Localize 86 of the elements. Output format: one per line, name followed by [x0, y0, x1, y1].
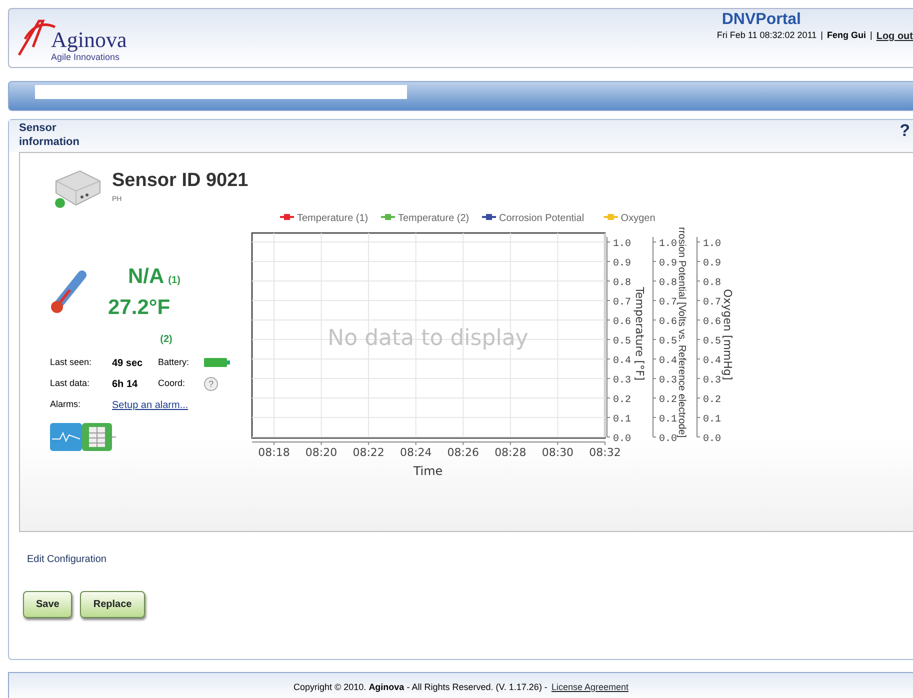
- x-tick-label: 08:28: [494, 446, 526, 458]
- y-tick-label: 1.0: [703, 238, 722, 250]
- y-tick-label: 0.7: [703, 297, 722, 308]
- action-button[interactable]: Save: [23, 591, 72, 618]
- y-axis-title: rrosion Potential [Volts vs. Reference electrode]: [676, 226, 687, 438]
- battery-icon: [204, 357, 230, 368]
- sensor-title: Sensor ID 9021: [112, 168, 248, 192]
- legend-item: Oxygen: [604, 212, 656, 224]
- user-name: Feng Gui: [827, 28, 866, 42]
- y-tick-label: 0.7: [613, 297, 632, 308]
- x-tick-label: 08:26: [447, 446, 479, 458]
- y-tick-label: 0.4: [613, 356, 632, 366]
- y-tick-label: 0.2: [703, 394, 722, 406]
- detail-label: Last seen:: [50, 357, 92, 368]
- y-tick-label: 0.5: [613, 336, 632, 347]
- detail-value: 6h 14: [112, 378, 138, 390]
- panel-title: Sensor information: [19, 122, 80, 150]
- y-tick-label: 0.0: [703, 434, 722, 444]
- reading-index: (2): [160, 333, 172, 347]
- detail-label: Last data:: [50, 378, 90, 388]
- reading-value: N/A: [128, 264, 164, 290]
- y-tick-label: 0.0: [613, 434, 632, 444]
- y-tick-label: 0.8: [659, 278, 678, 288]
- y-tick-label: 0.5: [703, 336, 722, 347]
- legend-item: Temperature (1): [280, 212, 368, 224]
- y-tick-label: 0.2: [659, 394, 678, 406]
- x-tick-label: 08:30: [542, 446, 574, 458]
- separator-text: |: [870, 28, 872, 42]
- y-tick-label: 0.1: [659, 414, 678, 425]
- y-tick-label: 0.0: [659, 434, 678, 444]
- separator-text: |: [820, 28, 823, 42]
- legend-item: Corrosion Potential: [482, 212, 584, 224]
- portal-title: DNVPortal: [720, 11, 801, 29]
- y-tick-label: 0.9: [703, 258, 722, 269]
- spreadsheet-icon: [82, 422, 116, 450]
- date-time: Fri Feb 11 08:32:02 2011: [716, 28, 817, 42]
- chart-icon: [50, 422, 82, 450]
- y-axis-title: Oxygen [mmHg]: [721, 288, 734, 380]
- legend-label: Oxygen: [620, 212, 656, 224]
- legend-label: Temperature (1): [297, 212, 368, 224]
- legend-label: Corrosion Potential: [499, 212, 584, 224]
- detail-value: 49 sec: [112, 358, 143, 368]
- legend-label: Temperature (2): [398, 212, 470, 224]
- y-tick-label: 0.6: [703, 316, 722, 328]
- y-tick-label: 0.6: [613, 316, 632, 328]
- reading-index: (1): [168, 274, 180, 288]
- x-tick-label: 08:20: [305, 446, 338, 458]
- logout-link[interactable]: Log out: [876, 28, 913, 44]
- x-tick-label: 08:24: [400, 446, 432, 458]
- y-tick-label: 0.2: [613, 394, 632, 406]
- y-tick-label: 0.7: [659, 297, 678, 308]
- y-tick-label: 0.6: [659, 316, 678, 328]
- y-tick-label: 0.3: [703, 375, 722, 386]
- x-tick-label: 08:18: [258, 446, 290, 458]
- empty-chart-message: No data to display: [328, 326, 528, 350]
- logo-tagline: Agile Innovations: [51, 52, 121, 64]
- y-tick-label: 0.3: [659, 375, 678, 386]
- detail-label: Coord:: [158, 378, 186, 388]
- x-tick-label: 08:32: [589, 446, 621, 458]
- y-tick-label: 0.1: [703, 414, 722, 425]
- alarm-link[interactable]: Setup an alarm...: [112, 400, 188, 410]
- legend-item: Temperature (2): [381, 212, 470, 224]
- logo-text: Aginova: [51, 29, 127, 51]
- y-tick-label: 0.4: [659, 356, 678, 366]
- reading-value: 27.2°F: [108, 295, 170, 321]
- help-button[interactable]: ?: [204, 376, 218, 391]
- y-tick-label: 1.0: [613, 238, 632, 250]
- license-link[interactable]: License Agreement: [551, 680, 628, 694]
- detail-label: Alarms:: [50, 399, 81, 410]
- y-tick-label: 0.3: [613, 375, 632, 386]
- action-button[interactable]: Replace: [80, 591, 145, 618]
- y-tick-label: 1.0: [659, 238, 678, 250]
- copyright-text: Copyright © 2010. Aginova - All Rights Reserved. (V. 1.17.26) -: [294, 680, 548, 694]
- x-axis-title: Time: [413, 464, 443, 478]
- y-tick-label: 0.8: [703, 278, 722, 288]
- edit-configuration-link[interactable]: Edit Configuration: [27, 552, 106, 566]
- y-tick-label: 0.9: [659, 258, 678, 269]
- y-tick-label: 0.1: [613, 414, 632, 425]
- y-tick-label: 0.4: [703, 356, 722, 366]
- y-tick-label: 0.5: [659, 336, 678, 347]
- detail-label: Battery:: [158, 357, 190, 368]
- y-tick-label: 0.8: [613, 278, 632, 288]
- y-axis-title: Temperature [°F]: [633, 286, 646, 380]
- x-tick-label: 08:22: [352, 446, 384, 458]
- y-tick-label: 0.9: [613, 258, 632, 269]
- help-link[interactable]: ?: [900, 122, 910, 150]
